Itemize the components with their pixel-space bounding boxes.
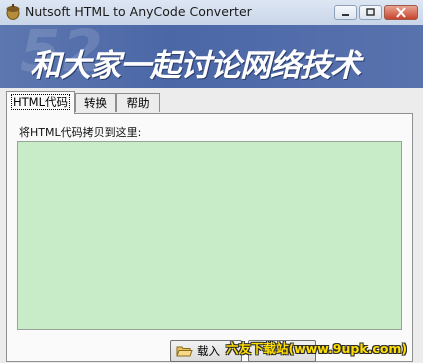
banner-slogan: 和大家一起讨论网络技术 [30, 48, 361, 84]
window-title: Nutsoft HTML to AnyCode Converter [25, 4, 252, 19]
minimize-icon [342, 14, 349, 16]
tab-panel-html-code: 将HTML代码拷贝到这里: 载入 [6, 113, 413, 362]
banner: 52 和大家一起讨论网络技术 [0, 25, 423, 88]
load-button-label: 载入 [197, 344, 220, 358]
minimize-button[interactable] [334, 5, 357, 20]
open-folder-icon [176, 346, 193, 357]
paste-prompt-label: 将HTML代码拷贝到这里: [19, 126, 142, 139]
tab-convert[interactable]: 转换 [75, 93, 116, 112]
app-window: Nutsoft HTML to AnyCode Converter 52 和大家… [0, 0, 423, 363]
title-bar[interactable]: Nutsoft HTML to AnyCode Converter [0, 0, 423, 26]
maximize-icon [366, 8, 375, 16]
close-icon [396, 7, 406, 18]
html-code-input[interactable] [17, 141, 402, 330]
close-button[interactable] [384, 5, 418, 20]
maximize-button[interactable] [359, 5, 382, 20]
tab-html-code[interactable]: HTML代码 [6, 91, 75, 114]
nut-app-icon [6, 4, 20, 20]
site-watermark: 六友下载站(www.9upk.com) [226, 341, 408, 356]
tab-help[interactable]: 帮助 [116, 93, 160, 112]
